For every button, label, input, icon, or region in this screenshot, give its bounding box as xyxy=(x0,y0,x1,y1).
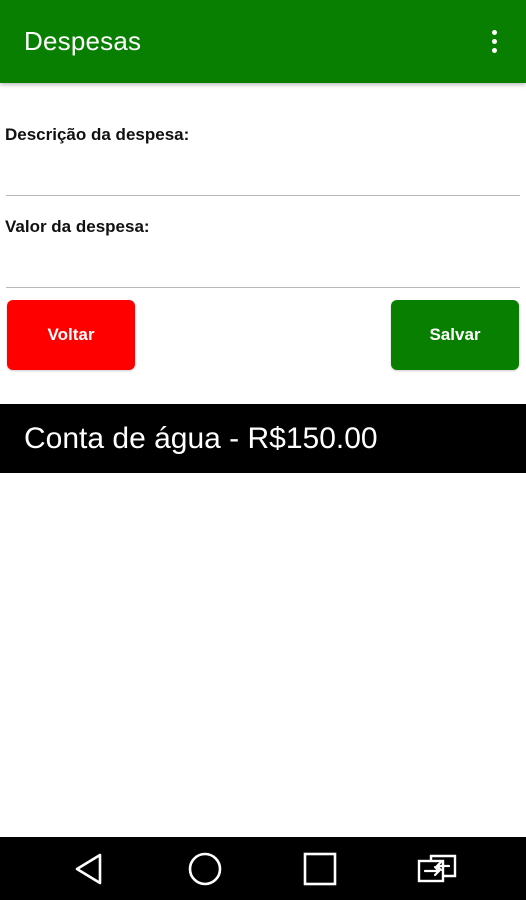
description-label: Descrição da despesa: xyxy=(5,125,190,144)
system-nav-bar xyxy=(0,837,526,900)
back-triangle-icon[interactable] xyxy=(57,837,121,900)
save-button[interactable]: Salvar xyxy=(391,300,519,370)
value-input[interactable] xyxy=(6,250,520,288)
recents-square-icon[interactable] xyxy=(288,837,352,900)
back-button[interactable]: Voltar xyxy=(7,300,135,370)
expense-list-item[interactable]: Conta de água - R$150.00 xyxy=(0,404,526,473)
app-bar: Despesas xyxy=(0,0,526,83)
more-vert-icon[interactable] xyxy=(480,22,508,62)
app-title: Despesas xyxy=(24,26,142,56)
home-circle-icon[interactable] xyxy=(173,837,237,900)
expenses-screen: Despesas Descrição da despesa: Valor da … xyxy=(0,0,526,900)
overflow-dot xyxy=(491,39,497,44)
overflow-dot xyxy=(491,30,497,35)
screen-switch-icon[interactable] xyxy=(405,837,469,900)
value-label: Valor da despesa: xyxy=(5,217,150,236)
description-input[interactable] xyxy=(6,158,520,196)
overflow-dot xyxy=(491,48,497,53)
